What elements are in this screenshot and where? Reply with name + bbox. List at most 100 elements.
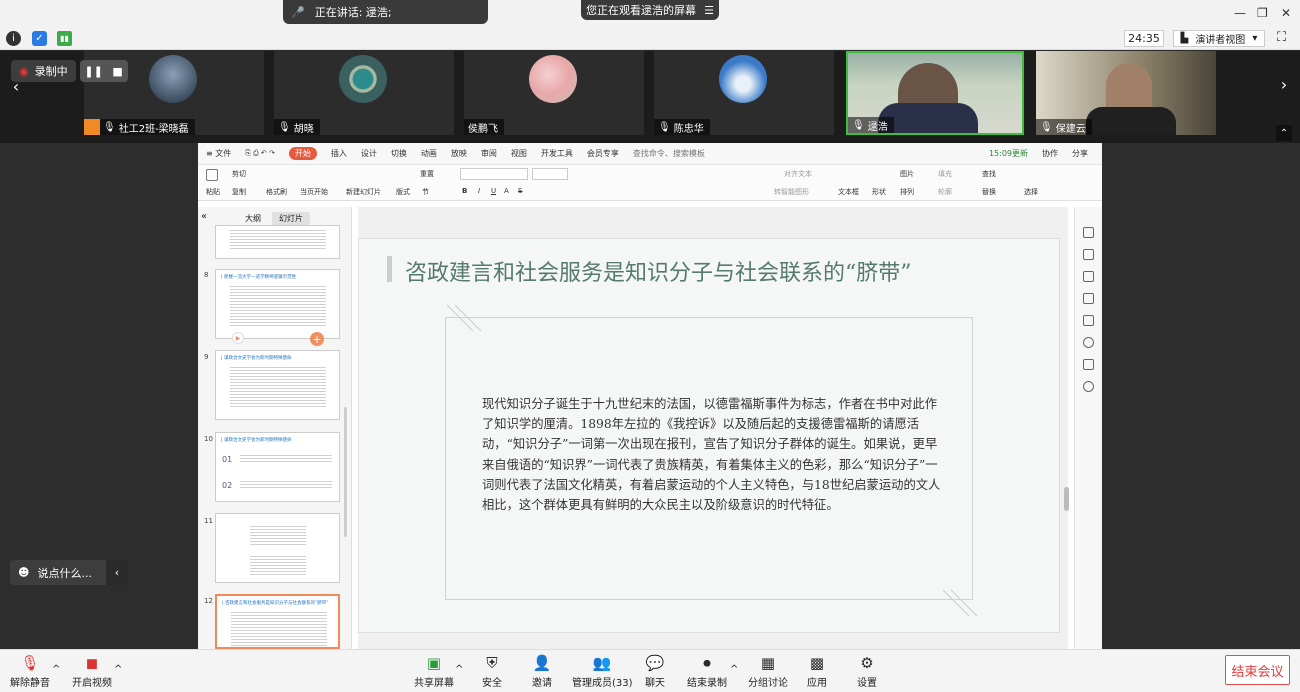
strikethrough-button[interactable]: S	[518, 187, 522, 195]
location-icon[interactable]	[1083, 337, 1094, 348]
end-recording-button[interactable]: ⏺ 结束录制	[687, 654, 727, 689]
unmute-button[interactable]: 🎙 解除静音	[10, 654, 50, 689]
end-meeting-button[interactable]: 结束会议	[1225, 655, 1290, 685]
backup-icon[interactable]	[1083, 359, 1094, 370]
breakout-button[interactable]: ▦ 分组讨论	[748, 654, 788, 689]
apps-button[interactable]: ▩ 应用	[807, 654, 827, 689]
slide-title[interactable]: 咨政建言和社会服务是知识分子与社会联系的“脐带”	[405, 255, 912, 287]
panel-scrollbar[interactable]	[344, 407, 347, 537]
slide-thumbnail-selected[interactable]: | 咨政建言和社会服务是知识分子与社会联系的“脐带”	[215, 594, 340, 649]
slide-thumbnail[interactable]	[215, 225, 340, 259]
play-icon[interactable]: ▶	[232, 332, 244, 344]
tab-home[interactable]: 开始	[288, 147, 317, 160]
cut-button[interactable]: 剪切	[232, 169, 246, 179]
chevron-up-icon[interactable]: ^	[52, 664, 60, 675]
properties-icon[interactable]	[1083, 249, 1094, 260]
arrange-button[interactable]: 排列	[900, 187, 914, 197]
collapse-panel-icon[interactable]: «	[201, 211, 207, 222]
chevron-right-icon[interactable]: ›	[1276, 69, 1292, 99]
paste-button[interactable]: 粘贴	[206, 187, 220, 197]
select-button[interactable]: 选择	[1024, 187, 1038, 197]
collab-button[interactable]: 协作	[1042, 148, 1058, 159]
fill-button[interactable]: 填充	[938, 169, 952, 179]
tab-outline[interactable]: 大纲	[238, 212, 268, 225]
format-painter-button[interactable]: 格式刷	[266, 187, 287, 197]
copy-button[interactable]: 复制	[232, 187, 246, 197]
from-current-button[interactable]: 当页开始	[300, 187, 328, 197]
minimize-button[interactable]: —	[1234, 6, 1246, 20]
smartart-button[interactable]: 转智能图形	[774, 187, 809, 197]
participant-tile[interactable]: 侯鹏飞	[464, 51, 644, 135]
fullscreen-icon[interactable]: ⛶	[1277, 30, 1286, 45]
tab-insert[interactable]: 插入	[331, 148, 347, 159]
close-button[interactable]: ✕	[1281, 6, 1291, 20]
font-name-select[interactable]	[460, 168, 528, 180]
menu-icon[interactable]: ☰	[704, 4, 714, 17]
tab-animation[interactable]: 动画	[421, 148, 437, 159]
find-button[interactable]: 查找	[982, 169, 996, 179]
slide-thumbnail[interactable]	[215, 513, 340, 583]
replace-button[interactable]: 替换	[982, 187, 996, 197]
participant-tile[interactable]: 🎙 陈忠华	[654, 51, 834, 135]
add-slide-icon[interactable]: +	[310, 332, 324, 346]
help-icon[interactable]	[1083, 381, 1094, 392]
viewing-indicator[interactable]: 您正在观看逯浩的屏幕 ☰	[581, 0, 719, 20]
stop-button[interactable]: ■	[112, 65, 122, 78]
settings-button[interactable]: ⚙ 设置	[857, 654, 877, 689]
layout-button[interactable]: 版式	[396, 187, 410, 197]
tab-file[interactable]: ≡ 文件	[206, 148, 231, 159]
info-icon[interactable]: i	[6, 31, 21, 46]
design-icon[interactable]	[1083, 227, 1094, 238]
tab-design[interactable]: 设计	[361, 148, 377, 159]
slide-thumbnail[interactable]: | 谋政治文史学会为新时期特殊使命	[215, 350, 340, 420]
current-slide[interactable]: 咨政建言和社会服务是知识分子与社会联系的“脐带” 现代知识分子诞生于十九世纪末的…	[358, 238, 1060, 633]
new-slide-button[interactable]: 新建幻灯片	[346, 187, 381, 197]
tab-view[interactable]: 视图	[511, 148, 527, 159]
tab-developer[interactable]: 开发工具	[541, 148, 573, 159]
participant-tile[interactable]: 🎙 胡晓	[274, 51, 454, 135]
shield-icon[interactable]: ✓	[32, 31, 47, 46]
italic-button[interactable]: I	[478, 187, 480, 195]
chat-button[interactable]: 💬 聊天	[645, 654, 665, 689]
animation-icon[interactable]	[1083, 271, 1094, 282]
bold-button[interactable]: B	[462, 187, 467, 195]
chevron-up-icon[interactable]: ⌃	[1276, 125, 1292, 141]
chevron-left-icon[interactable]: ‹	[8, 71, 24, 101]
chevron-up-icon[interactable]: ^	[455, 664, 463, 675]
participant-tile[interactable]: 🎙 逯浩	[846, 51, 1024, 135]
participant-tile[interactable]: 🎙 保建云	[1036, 51, 1216, 135]
security-button[interactable]: ⛨ 安全	[482, 654, 502, 689]
tab-member[interactable]: 会员专享	[587, 148, 619, 159]
shape-icon[interactable]	[1083, 315, 1094, 326]
invite-button[interactable]: 👤 邀请	[532, 654, 552, 689]
shape-button[interactable]: 形状	[872, 187, 886, 197]
tab-transition[interactable]: 切换	[391, 148, 407, 159]
start-video-button[interactable]: ◼ 开启视频	[72, 654, 112, 689]
outline-button[interactable]: 轮廓	[938, 187, 952, 197]
tab-review[interactable]: 审阅	[481, 148, 497, 159]
chat-input[interactable]: ☻ 说点什么... ‹	[10, 560, 128, 585]
emoji-icon[interactable]: ☻	[18, 566, 29, 579]
canvas-scrollbar[interactable]	[1064, 487, 1069, 511]
slide-thumbnail[interactable]: | 谋政治文史学会为新时期特殊使命 01 02	[215, 432, 340, 502]
picture-button[interactable]: 图片	[900, 169, 914, 179]
reset-button[interactable]: 重置	[420, 169, 434, 179]
font-size-select[interactable]	[532, 168, 568, 180]
slide-thumbnail[interactable]: | 爬楼一流大学—适学精神逻辑示范性 ▶ +	[215, 269, 340, 346]
slides-icon[interactable]	[1083, 293, 1094, 304]
slide-body-text[interactable]: 现代知识分子诞生于十九世纪末的法国，以德雷福斯事件为标志，作者在书中对此作了知识…	[482, 394, 942, 515]
pause-button[interactable]: ❚❚	[84, 65, 102, 78]
align-text-button[interactable]: 对齐文本	[784, 169, 812, 179]
section-button[interactable]: 节	[422, 187, 429, 197]
chevron-up-icon[interactable]: ^	[114, 664, 122, 675]
chevron-left-icon[interactable]: ‹	[106, 560, 128, 585]
chevron-up-icon[interactable]: ^	[730, 664, 738, 675]
tab-slideshow[interactable]: 放映	[451, 148, 467, 159]
tab-slides[interactable]: 幻灯片	[272, 212, 310, 225]
share-button[interactable]: 分享	[1072, 148, 1088, 159]
underline-button[interactable]: U	[491, 187, 496, 195]
textbox-button[interactable]: 文本框	[838, 187, 859, 197]
share-screen-button[interactable]: ▣ 共享屏幕	[414, 654, 454, 689]
signal-icon[interactable]: ▮▮	[57, 31, 72, 46]
manage-members-button[interactable]: 👥 管理成员(33)	[572, 654, 633, 689]
